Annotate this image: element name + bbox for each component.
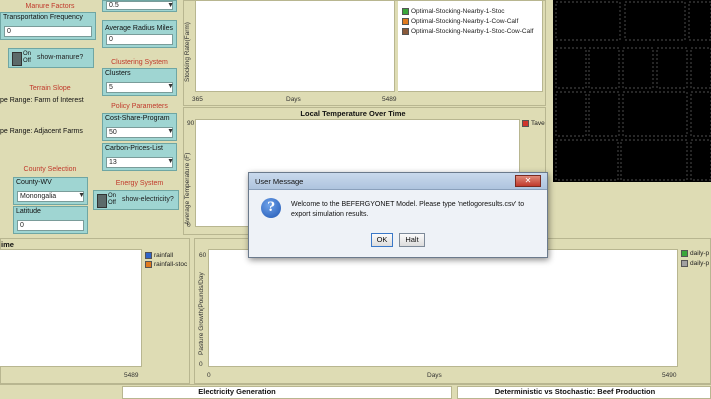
cost-share-chooser[interactable]: Cost-Share-Program 50 ▼	[102, 113, 177, 141]
slope-range-adjacent: pe Range: Adjacent Farms	[0, 128, 83, 135]
top-chooser[interactable]: 0.5 ▼	[102, 0, 177, 12]
county-selection-label: County Selection	[23, 166, 77, 173]
transport-frequency-value[interactable]: 0	[4, 26, 92, 37]
legend-swatch	[145, 261, 152, 268]
user-message-dialog[interactable]: User Message ✕ ? Welcome to the BEFERGYO…	[248, 172, 548, 258]
chevron-down-icon[interactable]: ▼	[167, 128, 174, 135]
cost-share-label: Cost-Share-Program	[105, 115, 170, 122]
switch-knob-icon[interactable]	[97, 194, 107, 208]
stocking-plot-ylabel: Stocking Rate(Farm)	[184, 22, 191, 82]
rain-plot-title: ime	[1, 240, 14, 249]
clusters-chooser[interactable]: Clusters 5 ▼	[102, 68, 177, 96]
avg-radius-value[interactable]: 0	[106, 34, 173, 45]
stocking-legend-3: Optimal-Stocking-Nearby-1-Stoc-Cow-Calf	[402, 28, 533, 35]
pasture-y-bottom: 0	[199, 361, 203, 368]
pasture-x-mid: Days	[427, 372, 442, 379]
dialog-title: User Message	[255, 177, 304, 186]
clustering-system-label: Clustering System	[111, 59, 168, 66]
stocking-plot-area	[195, 0, 395, 92]
legend-swatch	[522, 120, 529, 127]
rain-legend-2: rainfall-stoc	[145, 261, 187, 268]
energy-system-label: Energy System	[115, 180, 164, 187]
carbon-prices-value[interactable]: 13	[106, 157, 173, 168]
info-question-icon: ?	[261, 198, 281, 218]
terrain-slope-label: Terrain Slope	[29, 85, 71, 92]
electricity-plot-title: Electricity Generation	[198, 387, 276, 396]
chevron-down-icon[interactable]: ▼	[167, 83, 174, 90]
rain-x-max: 5489	[124, 372, 139, 379]
show-manure-switch[interactable]: On Off show-manure?	[8, 48, 94, 68]
beef-plot-title: Deterministic vs Stochastic: Beef Produc…	[494, 387, 656, 396]
latitude-label: Latitude	[16, 208, 41, 215]
stocking-x-min: 365	[192, 96, 203, 103]
legend-swatch	[145, 252, 152, 259]
latitude-value[interactable]: 0	[17, 220, 84, 231]
manure-factors-label: Manure Factors	[25, 3, 75, 10]
cost-share-value[interactable]: 50	[106, 127, 173, 138]
stocking-legend-2: Optimal-Stocking-Nearby-1-Cow-Calf	[402, 18, 518, 25]
dialog-titlebar[interactable]: User Message ✕	[249, 173, 547, 190]
pasture-x-min: 0	[207, 372, 211, 379]
temp-y-bottom: 0	[187, 222, 191, 229]
transport-frequency-input[interactable]: Transportation Frequency 0	[0, 12, 96, 40]
temp-plot-title: Local Temperature Over Time	[300, 109, 406, 118]
county-wv-label: County-WV	[16, 179, 52, 186]
chevron-down-icon[interactable]: ▼	[78, 192, 85, 199]
clusters-value[interactable]: 5	[106, 82, 173, 93]
legend-swatch	[681, 260, 688, 267]
latitude-input[interactable]: Latitude 0	[13, 206, 88, 234]
temp-legend: Tave	[522, 120, 545, 127]
avg-radius-input[interactable]: Average Radius Miles 0	[102, 20, 177, 48]
pasture-legend-1: daily-p	[681, 250, 709, 257]
show-electricity-switch[interactable]: On Off show-electricity?	[93, 190, 179, 210]
pasture-plot-area	[208, 249, 678, 367]
legend-swatch	[681, 250, 688, 257]
top-chooser-value[interactable]: 0.5	[106, 1, 173, 10]
temp-y-top: 90	[187, 120, 195, 127]
pasture-x-max: 5490	[662, 372, 677, 379]
close-icon[interactable]: ✕	[515, 175, 541, 187]
switch-on-off: On Off	[23, 51, 32, 64]
show-electricity-label: show-electricity?	[122, 196, 174, 203]
stocking-x-mid: Days	[286, 96, 301, 103]
show-manure-label: show-manure?	[37, 54, 84, 61]
legend-swatch	[402, 18, 409, 25]
rain-legend-1: rainfall	[145, 252, 173, 259]
chevron-down-icon[interactable]: ▼	[167, 158, 174, 165]
pasture-legend-2: daily-p	[681, 260, 709, 267]
carbon-prices-chooser[interactable]: Carbon-Prices-List 13 ▼	[102, 143, 177, 171]
legend-swatch	[402, 28, 409, 35]
stocking-legend-1: Optimal-Stocking-Nearby-1-Stoc	[402, 8, 505, 15]
switch-on-off: On Off	[108, 193, 117, 206]
switch-knob-icon[interactable]	[12, 52, 22, 66]
world-view-grid	[555, 1, 711, 181]
policy-parameters-label: Policy Parameters	[111, 103, 168, 110]
rain-plot-area	[0, 249, 142, 367]
avg-radius-label: Average Radius Miles	[105, 25, 173, 32]
stocking-x-max: 5489	[382, 96, 397, 103]
ok-button[interactable]: OK	[371, 233, 393, 247]
clusters-label: Clusters	[105, 70, 131, 77]
halt-button[interactable]: Halt	[399, 233, 425, 247]
pasture-y-top: 60	[199, 252, 207, 259]
world-view[interactable]	[553, 0, 711, 182]
transport-frequency-label: Transportation Frequency	[3, 14, 83, 21]
dialog-message: Welcome to the BEFERGYONET Model. Please…	[291, 201, 525, 218]
county-wv-value[interactable]: Monongalia	[17, 191, 84, 202]
temp-plot-ylabel: Average Temperature (F)	[184, 152, 191, 225]
legend-swatch	[402, 8, 409, 15]
pasture-plot-ylabel: Pasture Growth(Pounds/Day	[198, 272, 205, 355]
slope-range-farm: pe Range: Farm of Interest	[0, 97, 84, 104]
chevron-down-icon[interactable]: ▼	[167, 2, 174, 9]
county-wv-chooser[interactable]: County-WV Monongalia ▼	[13, 177, 88, 205]
carbon-prices-label: Carbon-Prices-List	[105, 145, 163, 152]
